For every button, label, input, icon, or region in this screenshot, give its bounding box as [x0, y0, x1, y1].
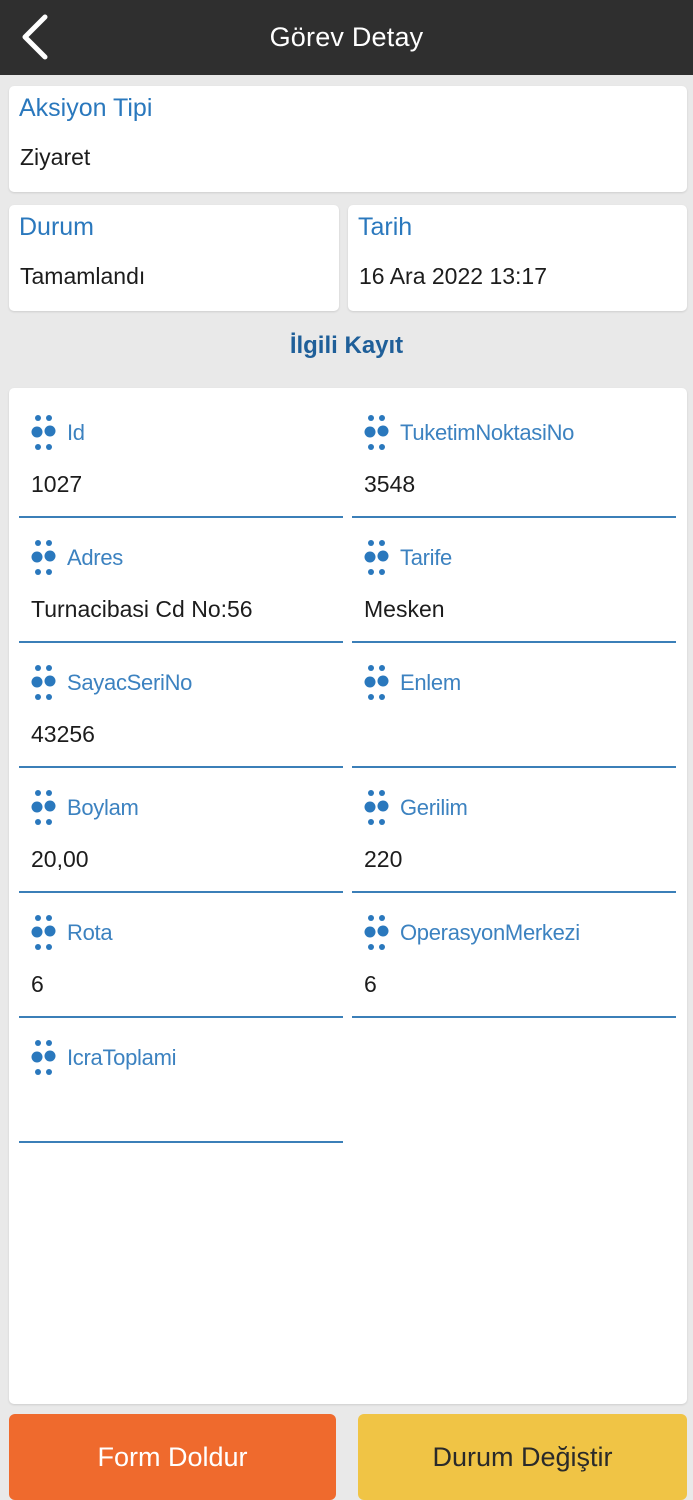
related-record-card: Id 1027 TuketimNoktasiNo 3548 Adres Turn… — [9, 388, 687, 1404]
dots-icon — [364, 538, 392, 578]
field-label: OperasyonMerkezi — [400, 920, 580, 945]
dots-icon — [31, 663, 59, 703]
field-rota: Rota 6 — [19, 893, 343, 1018]
field-label: Gerilim — [400, 795, 468, 820]
field-id: Id 1027 — [19, 393, 343, 518]
field-value: Turnacibasi Cd No:56 — [31, 596, 253, 622]
app-header: Görev Detay — [0, 0, 693, 75]
field-boylam: Boylam 20,00 — [19, 768, 343, 893]
field-label: TuketimNoktasiNo — [400, 420, 575, 445]
field-value: 6 — [31, 971, 44, 997]
field-icra-toplami: IcraToplami — [19, 1018, 343, 1143]
field-tarife: Tarife Mesken — [352, 518, 676, 643]
field-label: Tarife — [400, 545, 452, 570]
back-button[interactable] — [14, 12, 54, 62]
dots-icon — [364, 663, 392, 703]
page-title: Görev Detay — [269, 22, 424, 52]
action-type-value: Ziyaret — [20, 144, 91, 170]
field-gerilim: Gerilim 220 — [352, 768, 676, 893]
status-label: Durum — [19, 213, 95, 241]
dots-icon — [31, 1038, 59, 1078]
field-label: Boylam — [67, 795, 139, 820]
field-value: 1027 — [31, 471, 83, 497]
change-status-button[interactable]: Durum Değiştir — [358, 1414, 687, 1500]
field-label: SayacSeriNo — [67, 670, 193, 695]
dots-icon — [364, 788, 392, 828]
date-label: Tarih — [358, 213, 413, 241]
field-adres: Adres Turnacibasi Cd No:56 — [19, 518, 343, 643]
dots-icon — [364, 413, 392, 453]
field-sayac-seri-no: SayacSeriNo 43256 — [19, 643, 343, 768]
field-value: 6 — [364, 971, 377, 997]
date-value: 16 Ara 2022 13:17 — [359, 263, 547, 289]
dots-icon — [31, 413, 59, 453]
field-operasyon-merkezi: OperasyonMerkezi 6 — [352, 893, 676, 1018]
field-value: 3548 — [364, 471, 416, 497]
chevron-left-icon — [22, 14, 48, 60]
date-card: Tarih 16 Ara 2022 13:17 — [348, 205, 687, 311]
field-enlem: Enlem — [352, 643, 676, 768]
dots-icon — [31, 788, 59, 828]
field-label: Id — [67, 420, 85, 445]
action-type-card: Aksiyon Tipi Ziyaret — [9, 86, 687, 192]
field-value: 220 — [364, 846, 403, 872]
field-label: Rota — [67, 920, 113, 945]
dots-icon — [31, 538, 59, 578]
field-value: 43256 — [31, 721, 95, 747]
status-value: Tamamlandı — [20, 263, 146, 289]
field-tuketim-noktasi-no: TuketimNoktasiNo 3548 — [352, 393, 676, 518]
field-label: IcraToplami — [67, 1045, 177, 1070]
related-record-title: İlgili Kayıt — [289, 332, 404, 359]
action-type-label: Aksiyon Tipi — [19, 94, 153, 122]
field-value: 20,00 — [31, 846, 89, 872]
dots-icon — [364, 913, 392, 953]
field-label: Enlem — [400, 670, 461, 695]
field-value: Mesken — [364, 596, 445, 622]
status-card: Durum Tamamlandı — [9, 205, 339, 311]
field-label: Adres — [67, 545, 123, 570]
fill-form-button[interactable]: Form Doldur — [9, 1414, 336, 1500]
dots-icon — [31, 913, 59, 953]
